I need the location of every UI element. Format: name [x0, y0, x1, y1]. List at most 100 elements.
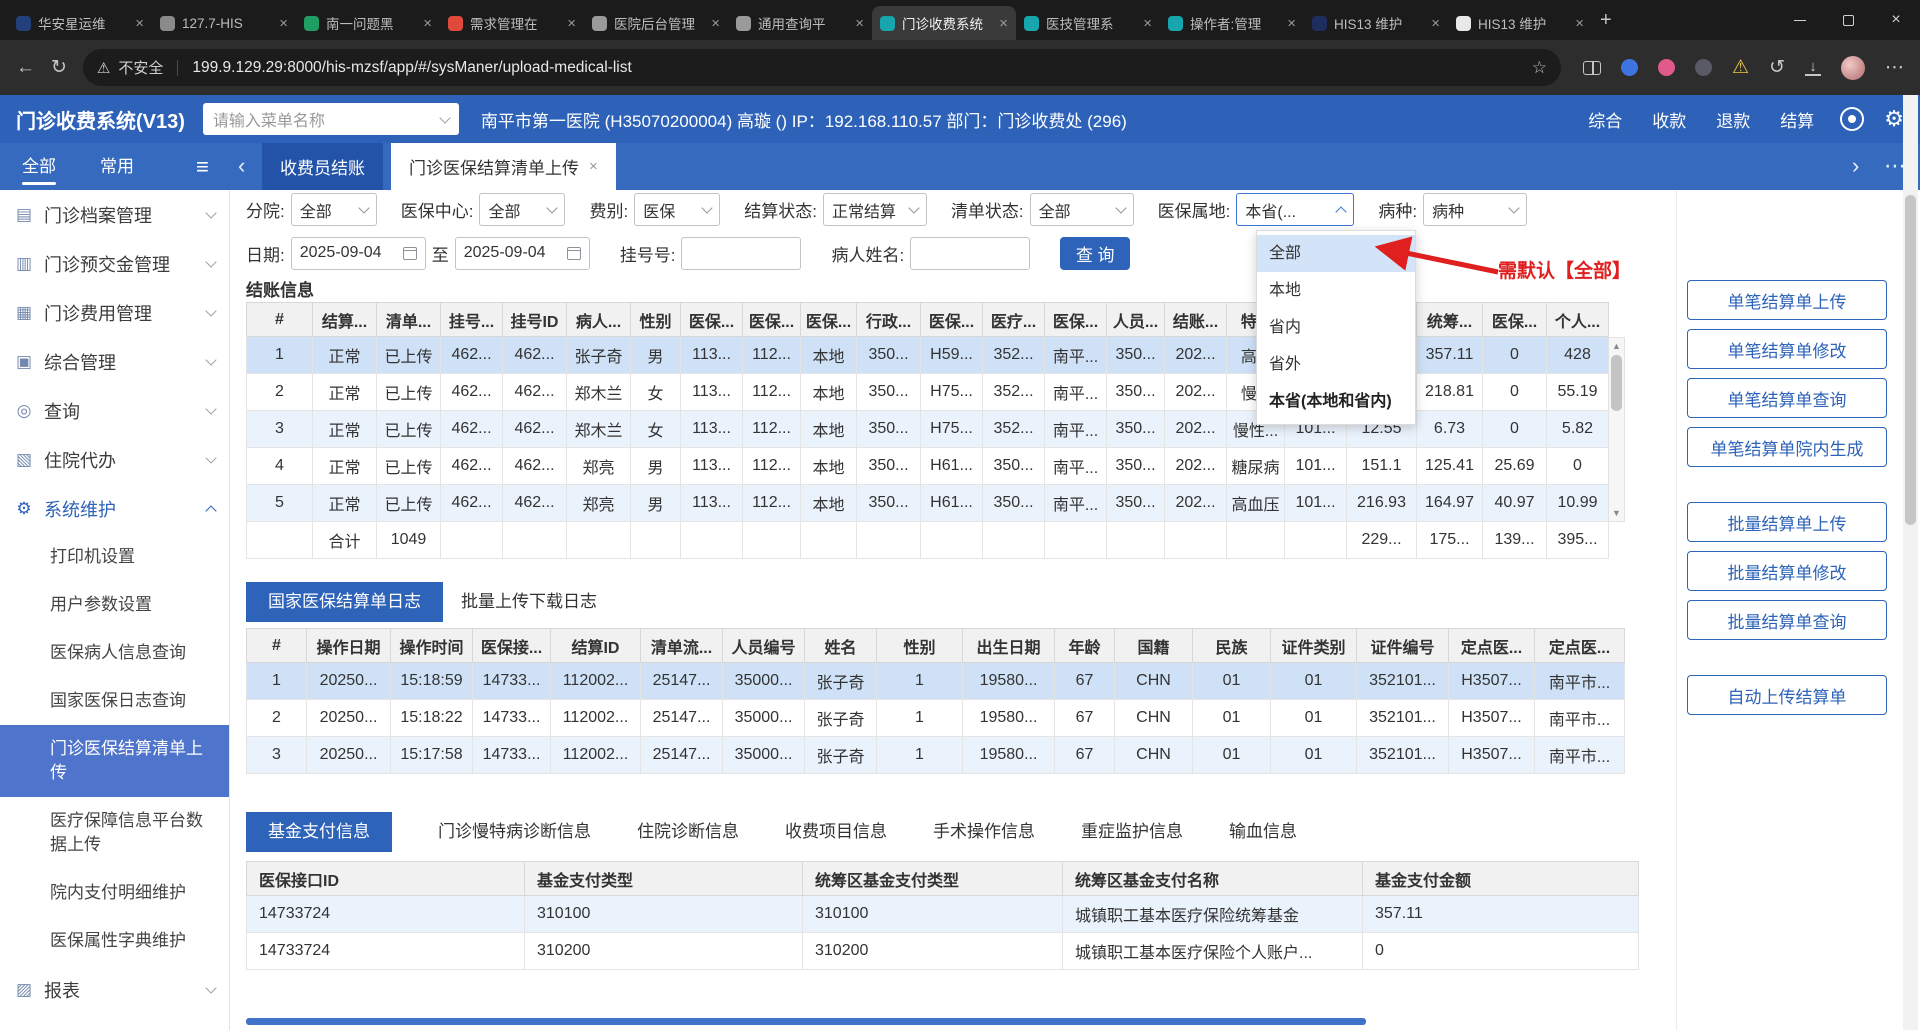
date-to-input[interactable]: 2025-09-04: [454, 236, 590, 270]
tab-close-icon[interactable]: ×: [711, 15, 720, 32]
settle-table-scrollbar[interactable]: ▲ ▼: [1608, 337, 1625, 522]
section-tab[interactable]: 门诊慢特病诊断信息: [438, 812, 591, 852]
sidebar-item[interactable]: ▥ 门诊预交金管理: [0, 239, 229, 288]
section-tab[interactable]: 批量上传下载日志: [461, 582, 597, 622]
extension-icon-dark[interactable]: [1695, 59, 1713, 76]
tab-close-icon[interactable]: ×: [567, 15, 576, 32]
action-button[interactable]: 批量结算单查询: [1687, 600, 1887, 640]
sidebar-item[interactable]: ◎ 查询: [0, 386, 229, 435]
dropdown-option[interactable]: 省内: [1257, 309, 1415, 346]
filter-select[interactable]: 全部: [1029, 193, 1134, 226]
downloads-icon[interactable]: ↓: [1805, 59, 1821, 76]
address-bar[interactable]: ⚠ 不安全 199.9.129.29:8000/his-mzsf/app/#/s…: [82, 49, 1562, 86]
tab-close-icon[interactable]: ×: [1143, 15, 1152, 32]
filter-select[interactable]: 病种: [1423, 193, 1528, 226]
action-button[interactable]: 自动上传结算单: [1687, 675, 1887, 715]
more-menu-icon[interactable]: ⋯: [1885, 56, 1904, 79]
section-tab[interactable]: 重症监护信息: [1081, 812, 1183, 852]
workspace-tab[interactable]: 门诊医保结算清单上传 ×: [391, 143, 616, 190]
header-nav-link[interactable]: 综合: [1588, 107, 1622, 132]
section-tab[interactable]: 住院诊断信息: [637, 812, 739, 852]
tab-close-icon[interactable]: ×: [1287, 15, 1296, 32]
alert-triangle-icon[interactable]: ⚠: [1732, 56, 1749, 79]
regno-input[interactable]: [681, 236, 802, 270]
history-icon[interactable]: ↺: [1769, 56, 1785, 79]
scroll-up-icon[interactable]: ▲: [1612, 340, 1621, 352]
browser-tab[interactable]: 南一问题黑 ×: [296, 6, 440, 40]
close-window-button[interactable]: ×: [1872, 0, 1920, 40]
table-row[interactable]: 4 正常 已上传 462... 462... 郑亮男 113... 112... 本地 350..…: [246, 447, 1609, 485]
extension-icon-blue[interactable]: [1621, 59, 1639, 76]
sidebar-item[interactable]: ▣ 综合管理: [0, 337, 229, 386]
sidebar-subitem[interactable]: 打印机设置: [0, 533, 229, 581]
table-row[interactable]: 1 20250... 15:18:59 14733... 112002... 25147.…: [246, 662, 1625, 700]
bookmark-star-icon[interactable]: ☆: [1532, 58, 1547, 78]
filter-select[interactable]: 正常结算: [822, 193, 927, 226]
action-button[interactable]: 单笔结算单院内生成: [1687, 427, 1887, 467]
header-nav-link[interactable]: 退款: [1716, 107, 1750, 132]
dropdown-option[interactable]: 省外: [1257, 346, 1415, 383]
split-screen-icon[interactable]: [1583, 60, 1602, 75]
menu-filter-tab[interactable]: 全部: [22, 143, 56, 190]
menu-filter-tab[interactable]: 常用: [100, 143, 134, 190]
sidebar-item[interactable]: ▨ 报表: [0, 965, 229, 1014]
sidebar-subitem[interactable]: 医保病人信息查询: [0, 629, 229, 677]
tab-close-icon[interactable]: ×: [135, 15, 144, 32]
table-row[interactable]: 14733724 310200 310200 城镇职工基本医疗保险个人账户... 0: [246, 932, 1639, 970]
sidebar-subitem[interactable]: 门诊医保结算清单上传: [0, 725, 229, 797]
profile-avatar[interactable]: [1841, 55, 1865, 80]
menu-search-input[interactable]: 请输入菜单名称: [202, 103, 459, 135]
browser-tab[interactable]: HIS13 维护 ×: [1304, 6, 1448, 40]
filter-select[interactable]: 全部: [290, 193, 377, 226]
dropdown-option[interactable]: 全部: [1257, 235, 1415, 272]
workspace-tab[interactable]: 收费员结账: [262, 143, 383, 190]
dropdown-option[interactable]: 本省(本地和省内): [1257, 383, 1415, 420]
patient-name-input[interactable]: [910, 236, 1031, 270]
browser-tab[interactable]: 门诊收费系统 ×: [872, 6, 1016, 40]
sidebar-subitem[interactable]: 医疗保障信息平台数据上传: [0, 797, 229, 869]
tab-close-icon[interactable]: ×: [1575, 15, 1584, 32]
browser-tab[interactable]: 需求管理在 ×: [440, 6, 584, 40]
browser-tab[interactable]: 操作者:管理 ×: [1160, 6, 1304, 40]
tab-close-icon[interactable]: ×: [1431, 15, 1440, 32]
profile-circle-icon[interactable]: [1840, 107, 1865, 131]
header-nav-link[interactable]: 结算: [1780, 107, 1814, 132]
page-scrollbar[interactable]: [1903, 95, 1918, 1030]
action-button[interactable]: 单笔结算单修改: [1687, 329, 1887, 369]
table-row[interactable]: 14733724 310100 310100 城镇职工基本医疗保险统筹基金 357.11: [246, 895, 1639, 933]
search-button[interactable]: 查 询: [1060, 236, 1131, 270]
sidebar-subitem[interactable]: 院内支付明细维护: [0, 869, 229, 917]
date-from-input[interactable]: 2025-09-04: [290, 236, 426, 270]
tab-close-icon[interactable]: ×: [423, 15, 432, 32]
filter-select[interactable]: 本省(...: [1236, 193, 1355, 226]
sidebar-subitem[interactable]: 用户参数设置: [0, 581, 229, 629]
section-tab[interactable]: 输血信息: [1229, 812, 1297, 852]
horizontal-scrollbar[interactable]: [246, 1018, 1366, 1025]
extension-icon-pink[interactable]: [1658, 59, 1676, 76]
section-tab[interactable]: 收费项目信息: [785, 812, 887, 852]
refresh-icon[interactable]: ↻: [51, 56, 67, 79]
page-scroll-thumb[interactable]: [1905, 195, 1916, 525]
sidebar-subitem[interactable]: 医保属性字典维护: [0, 917, 229, 965]
section-tab[interactable]: 手术操作信息: [933, 812, 1035, 852]
browser-tab[interactable]: 华安星运维 ×: [8, 6, 152, 40]
dropdown-option[interactable]: 本地: [1257, 272, 1415, 309]
filter-select[interactable]: 全部: [479, 193, 566, 226]
tab-close-icon[interactable]: ×: [589, 158, 598, 175]
section-tab[interactable]: 基金支付信息: [246, 812, 392, 852]
tab-close-icon[interactable]: ×: [999, 15, 1008, 32]
sidebar-item[interactable]: ▦ 门诊费用管理: [0, 288, 229, 337]
table-row[interactable]: 合计 1049 229... 175... 139... 395...: [246, 521, 1609, 559]
table-row[interactable]: 2 20250... 15:18:22 14733... 112002... 25147.…: [246, 699, 1625, 737]
action-button[interactable]: 批量结算单修改: [1687, 551, 1887, 591]
tab-close-icon[interactable]: ×: [855, 15, 864, 32]
collapse-menu-icon[interactable]: ≡: [196, 143, 209, 190]
action-button[interactable]: 单笔结算单上传: [1687, 280, 1887, 320]
filter-select[interactable]: 医保: [634, 193, 721, 226]
scroll-left-icon[interactable]: ‹: [238, 143, 245, 188]
table-row[interactable]: 5 正常 已上传 462... 462... 郑亮男 113... 112... 本地 350..…: [246, 484, 1609, 522]
browser-tab[interactable]: HIS13 维护 ×: [1448, 6, 1592, 40]
maximize-button[interactable]: [1824, 0, 1872, 40]
browser-tab[interactable]: 127.7-HIS ×: [152, 6, 296, 40]
browser-tab[interactable]: 医院后台管理 ×: [584, 6, 728, 40]
